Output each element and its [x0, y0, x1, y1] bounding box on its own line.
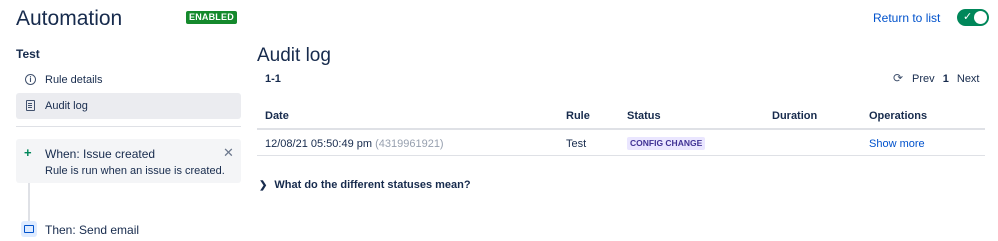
table-header-divider	[257, 128, 985, 130]
table-row-divider	[257, 155, 985, 156]
rule-name: Test	[16, 47, 40, 61]
action-title: Then: Send email	[45, 223, 140, 237]
audit-id: (4319961921)	[375, 138, 444, 150]
document-icon	[24, 99, 37, 112]
info-icon: i	[24, 73, 37, 86]
chevron-right-icon: ❯	[259, 180, 268, 191]
page-title: Audit log	[257, 45, 331, 66]
sidebar-item-rule-details[interactable]: i Rule details	[16, 67, 241, 93]
current-page: 1	[942, 73, 949, 85]
action-card[interactable]: Then: Send email	[16, 221, 241, 241]
pagination: Prev 1 Next	[912, 73, 985, 85]
mail-icon	[21, 221, 37, 237]
faq-label: What do the different statuses mean?	[274, 179, 471, 191]
refresh-icon[interactable]: ⟳	[893, 71, 903, 85]
plus-icon: +	[24, 145, 32, 160]
audit-date: 12/08/21 05:50:49 pm	[265, 138, 373, 150]
show-more-link[interactable]: Show more	[869, 138, 925, 150]
column-header-rule: Rule	[566, 110, 590, 122]
cell-rule: Test	[566, 138, 587, 150]
toggle-knob	[974, 11, 987, 24]
column-header-date: Date	[265, 110, 289, 122]
column-header-duration: Duration	[772, 110, 818, 122]
status-badge: CONFIG CHANGE	[627, 137, 706, 150]
trigger-description: Rule is run when an issue is created.	[45, 165, 225, 177]
column-header-status: Status	[627, 110, 661, 122]
return-to-list-link[interactable]: Return to list	[873, 11, 940, 25]
check-icon: ✓	[963, 11, 973, 23]
cell-date: 12/08/21 05:50:49 pm (4319961921)	[265, 138, 444, 150]
column-header-operations: Operations	[869, 110, 928, 122]
trigger-card[interactable]: + When: Issue created ✕ Rule is run when…	[16, 139, 241, 183]
sidebar-item-audit-log[interactable]: Audit log	[16, 93, 241, 119]
close-icon[interactable]: ✕	[223, 145, 234, 161]
statuses-faq-toggle[interactable]: ❯ What do the different statuses mean?	[259, 179, 471, 191]
result-range: 1-1	[265, 73, 281, 85]
sidebar-divider	[16, 126, 241, 127]
app-title: Automation	[16, 7, 123, 30]
enabled-badge: ENABLED	[186, 11, 237, 24]
rule-enabled-toggle[interactable]: ✓	[957, 9, 989, 26]
trigger-title: When: Issue created	[45, 147, 156, 161]
sidebar-item-label: Audit log	[45, 100, 88, 112]
next-page-link[interactable]: Next	[957, 73, 980, 85]
sidebar-item-label: Rule details	[45, 74, 103, 86]
prev-page-link[interactable]: Prev	[912, 73, 935, 85]
